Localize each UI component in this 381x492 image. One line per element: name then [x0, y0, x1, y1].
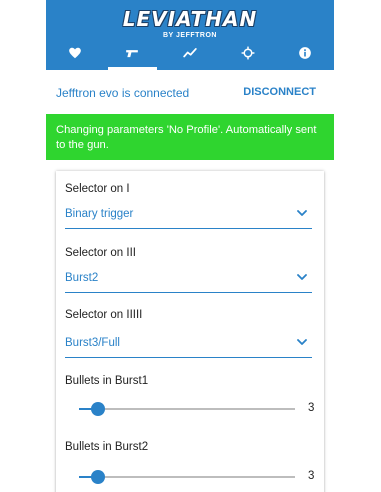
settings-card: Selector on I Binary trigger Selector on… — [56, 171, 324, 492]
burst1-slider-track[interactable] — [79, 402, 295, 416]
burst2-slider-thumb[interactable] — [91, 470, 106, 484]
heart-icon — [68, 47, 81, 59]
selector-2-dropdown[interactable]: Burst2 — [65, 266, 312, 293]
burst2-slider: 3 — [56, 467, 324, 487]
selector-3-dropdown[interactable]: Burst3/Full — [65, 331, 312, 358]
banner-text: Changing parameters 'No Profile'. Automa… — [56, 124, 317, 151]
burst2-value: 3 — [308, 470, 315, 482]
tab-info[interactable] — [276, 36, 334, 70]
tab-gun[interactable] — [104, 36, 162, 70]
chevron-down-icon — [297, 339, 307, 345]
chart-line-icon — [183, 48, 197, 58]
crosshair-icon — [241, 46, 254, 60]
tab-stats[interactable] — [161, 36, 219, 70]
connection-status-text: Jefftron evo is connected — [56, 86, 190, 100]
burst1-label: Bullets in Burst1 — [65, 375, 149, 387]
tab-favorites[interactable] — [46, 36, 104, 70]
burst1-slider-thumb[interactable] — [91, 402, 106, 416]
burst2-slider-track[interactable] — [79, 470, 295, 484]
selector-1-value: Binary trigger — [65, 208, 134, 220]
info-icon — [299, 47, 312, 59]
chevron-down-icon — [297, 210, 307, 216]
selector-2-label: Selector on III — [65, 247, 136, 259]
app-screen: LEVIATHAN BY JEFFTRON Jefftron evo is co… — [46, 0, 334, 492]
selector-2-value: Burst2 — [65, 272, 99, 284]
selector-3-label: Selector on IIIII — [65, 309, 143, 321]
tab-aim[interactable] — [219, 36, 277, 70]
selector-1-dropdown[interactable]: Binary trigger — [65, 202, 312, 229]
gun-icon — [126, 50, 139, 58]
disconnect-button[interactable]: DISCONNECT — [243, 86, 316, 98]
tab-bar — [46, 36, 334, 70]
connection-status-row: Jefftron evo is connected DISCONNECT — [46, 70, 334, 114]
selector-3-value: Burst3/Full — [65, 337, 120, 349]
burst1-value: 3 — [308, 402, 315, 414]
burst2-label: Bullets in Burst2 — [65, 441, 149, 453]
selector-1-label: Selector on I — [65, 183, 130, 195]
chevron-down-icon — [297, 274, 307, 280]
app-header: LEVIATHAN BY JEFFTRON — [46, 0, 334, 70]
logo-title: LEVIATHAN — [122, 7, 258, 31]
burst1-slider: 3 — [56, 399, 324, 419]
notification-banner: Changing parameters 'No Profile'. Automa… — [46, 114, 334, 160]
